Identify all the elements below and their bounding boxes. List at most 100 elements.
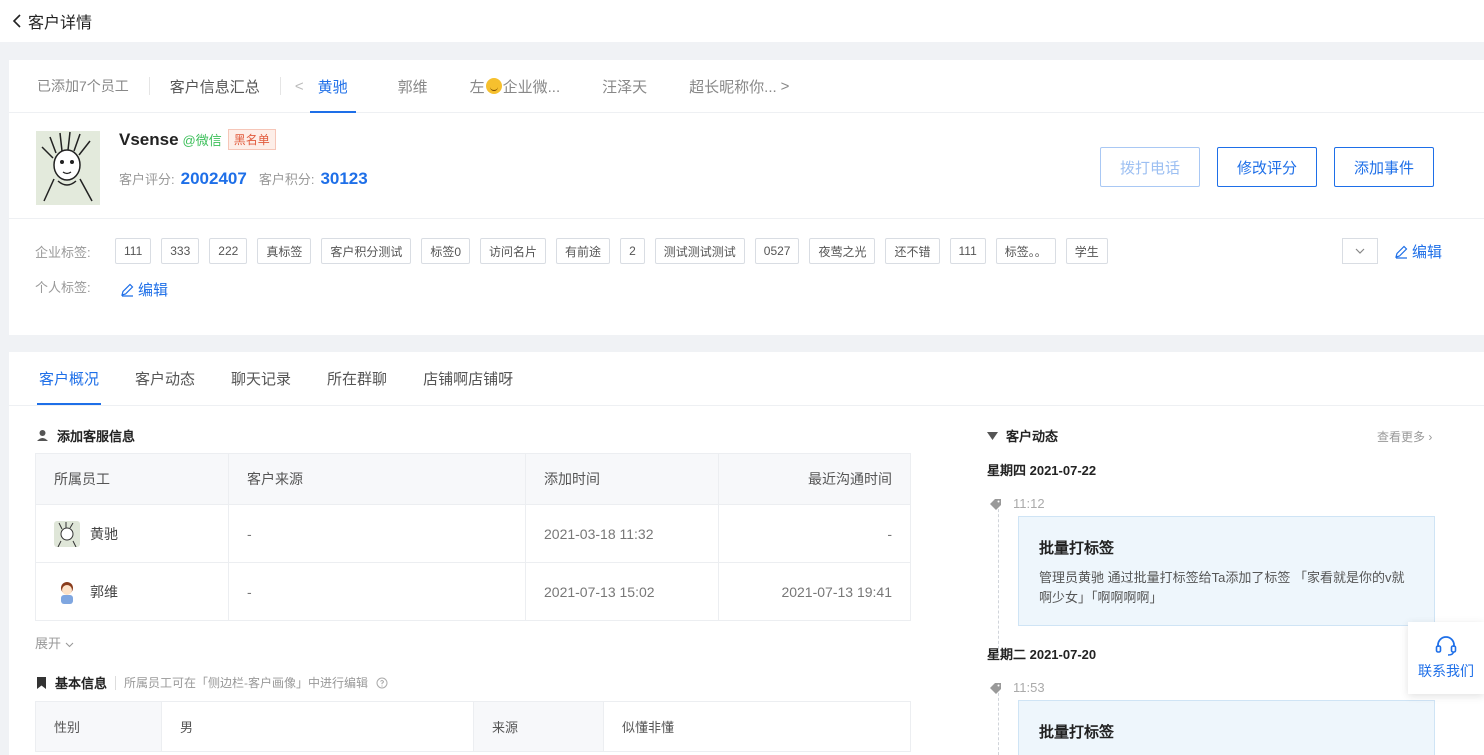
chevron-down-icon <box>65 642 74 648</box>
customer-card: 已添加7个员工 客户信息汇总 < 黄驰 郭维 左企业微... 汪泽天 超长昵称你… <box>9 60 1484 335</box>
page-title: 客户详情 <box>28 15 93 32</box>
table-row: 性别 男 来源 似懂非懂 <box>35 701 911 752</box>
edit-score-button[interactable]: 修改评分 <box>1217 147 1317 187</box>
add-event-button[interactable]: 添加事件 <box>1334 147 1434 187</box>
expand-service-link[interactable]: 展开 <box>35 633 74 652</box>
corp-tag: 访问名片 <box>480 238 547 264</box>
tab-chat-history[interactable]: 聊天记录 <box>231 352 291 405</box>
corp-tags-list: 111 333 222 真标签 客户积分测试 标签0 访问名片 有前途 2 测试… <box>115 238 1108 264</box>
pencil-icon <box>121 283 134 297</box>
staff-avatar <box>54 578 80 605</box>
next-staff-arrow[interactable]: > <box>781 78 790 95</box>
corp-tag: 有前途 <box>556 238 611 264</box>
feed-title-text: 客户动态 <box>1006 429 1059 444</box>
column-header: 所属员工 <box>35 453 229 505</box>
event-title: 批量打标签 <box>1039 540 1115 557</box>
divider <box>279 77 281 95</box>
contact-us-label: 联系我们 <box>1418 663 1474 679</box>
tags-area: 企业标签: 111 333 222 真标签 客户积分测试 标签0 访问名片 有前… <box>9 219 1484 333</box>
staff-tab-label: 左 <box>469 78 485 96</box>
staff-name: 郭维 <box>90 583 118 600</box>
edit-personal-tags-link[interactable]: 编辑 <box>120 279 168 300</box>
rating-label: 客户评分: <box>119 172 175 187</box>
basic-info-table: 性别 男 来源 似懂非懂 <box>35 701 911 752</box>
staff-tabs: 已添加7个员工 客户信息汇总 < 黄驰 郭维 左企业微... 汪泽天 超长昵称你… <box>9 60 1484 113</box>
staff-avatar <box>54 520 80 547</box>
feed-time-row: 11:53 <box>989 680 1045 695</box>
edit-corp-tags-link[interactable]: 编辑 <box>1394 241 1442 262</box>
added-time-cell: 2021-07-13 15:02 <box>525 562 719 621</box>
corp-tag: 学生 <box>1065 238 1108 264</box>
edit-label: 编辑 <box>1412 244 1443 261</box>
corp-tag: 测试测试测试 <box>654 238 745 264</box>
corp-tag: 真标签 <box>257 238 312 264</box>
event-card: 批量打标签 <box>1018 700 1435 755</box>
staff-cell: 郭维 <box>35 562 229 621</box>
call-button[interactable]: 拨打电话 <box>1100 147 1200 187</box>
source-cell: - <box>228 562 526 621</box>
service-table: 所属员工 客户来源 添加时间 最近沟通时间 黄驰 - 2021-03-18 11… <box>35 453 911 621</box>
personal-tags-label: 个人标签: <box>35 280 91 295</box>
event-card: 批量打标签 管理员黄驰 通过批量打标签给Ta添加了标签 「家看就是你的v就啊少女… <box>1018 516 1435 626</box>
table-header-row: 所属员工 客户来源 添加时间 最近沟通时间 <box>35 453 911 505</box>
back-button[interactable]: 客户详情 <box>12 9 92 33</box>
corp-tag: 333 <box>161 238 200 264</box>
last-contact-cell: - <box>718 504 911 563</box>
staff-tab-zuo[interactable]: 左企业微... <box>469 60 561 113</box>
see-more-link[interactable]: 查看更多 › <box>1377 428 1432 445</box>
service-section-title: 添加客服信息 <box>36 426 135 445</box>
top-bar: 客户详情 <box>0 0 1484 42</box>
tab-customer-overview[interactable]: 客户概况 <box>36 352 102 405</box>
edit-label: 编辑 <box>138 282 169 299</box>
prev-staff-arrow[interactable]: < <box>295 78 304 95</box>
event-title: 批量打标签 <box>1039 724 1115 741</box>
basic-section-title: 基本信息 所属员工可在「侧边栏-客户画像」中进行编辑 <box>36 673 388 692</box>
see-more-label: 查看更多 <box>1377 430 1426 444</box>
corp-tag: 还不错 <box>885 238 940 264</box>
contact-us-button[interactable]: 联系我们 <box>1408 622 1484 694</box>
feed-time-row: 11:12 <box>989 496 1045 511</box>
added-staff-count: 已添加7个员工 <box>37 78 129 94</box>
user-icon <box>37 430 48 441</box>
detail-tabs: 客户概况 客户动态 聊天记录 所在群聊 店铺啊店铺呀 <box>9 352 1484 406</box>
corp-tag: 2 <box>620 238 645 264</box>
source-cell: - <box>228 504 526 563</box>
divider <box>115 675 117 690</box>
field-value: 男 <box>161 701 474 752</box>
triangle-down-icon <box>987 431 998 440</box>
staff-tab-long-nickname[interactable]: 超长昵称你... <box>689 60 777 113</box>
timeline-line <box>998 688 999 755</box>
table-row: 黄驰 - 2021-03-18 11:32 - <box>35 504 911 563</box>
wechat-source: @微信 <box>182 133 222 148</box>
detail-card: 客户概况 客户动态 聊天记录 所在群聊 店铺啊店铺呀 添加客服信息 所属员工 客… <box>9 352 1484 755</box>
tab-group-chats[interactable]: 所在群聊 <box>327 352 387 405</box>
expand-tags-button[interactable] <box>1342 238 1378 264</box>
customer-avatar <box>36 131 100 205</box>
tab-customer-summary[interactable]: 客户信息汇总 <box>170 76 260 97</box>
smile-emoji-icon <box>485 78 502 94</box>
points-value: 30123 <box>320 169 368 188</box>
corp-tags-label: 企业标签: <box>35 245 91 260</box>
chevron-down-icon <box>1355 248 1365 254</box>
points-label: 客户积分: <box>258 172 315 187</box>
headset-icon <box>1435 636 1457 656</box>
tab-shop[interactable]: 店铺啊店铺呀 <box>423 352 513 405</box>
staff-tab-wangzetian[interactable]: 汪泽天 <box>602 60 647 113</box>
section-title-text: 基本信息 <box>55 676 108 691</box>
corp-tag: 111 <box>115 238 152 264</box>
staff-tab-guowei[interactable]: 郭维 <box>398 60 428 113</box>
bookmark-icon <box>37 676 46 689</box>
staff-tab-huangchi[interactable]: 黄驰 <box>309 60 356 113</box>
staff-tab-label: 企业微... <box>502 78 561 96</box>
rating-value: 2002407 <box>180 169 247 188</box>
customer-name: Vsense <box>119 129 179 149</box>
tab-customer-activity[interactable]: 客户动态 <box>135 352 195 405</box>
question-circle-icon[interactable] <box>376 677 388 689</box>
pencil-icon <box>1395 245 1408 259</box>
column-header: 最近沟通时间 <box>718 453 911 505</box>
staff-cell: 黄驰 <box>35 504 229 563</box>
event-time: 11:12 <box>1013 496 1045 511</box>
feed-day-date: 星期四 2021-07-22 <box>987 463 1097 478</box>
column-header: 添加时间 <box>525 453 719 505</box>
customer-profile: Vsense @微信 黑名单 客户评分: 2002407 客户积分: 30123… <box>9 113 1484 219</box>
